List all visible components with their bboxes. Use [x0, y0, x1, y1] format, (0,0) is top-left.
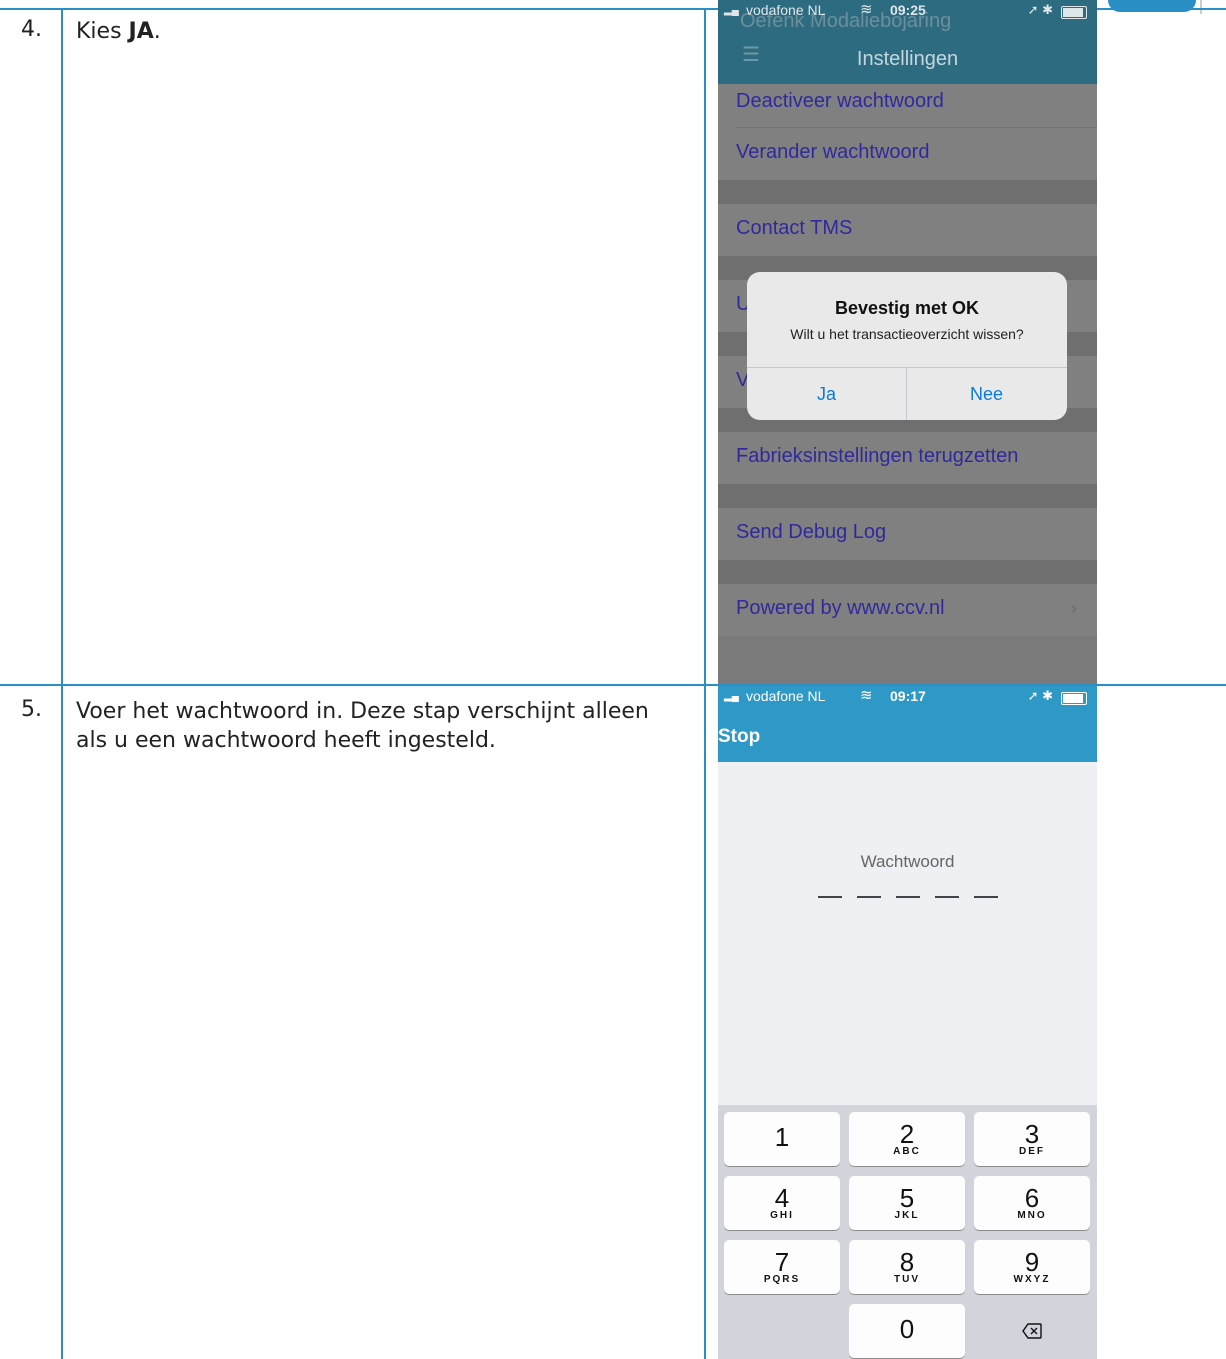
- password-screenshot: ▂▄ vodafone NL ≋ 09:17 ➚ ✱ Stop Wachtwoo…: [718, 686, 1097, 1359]
- wifi-icon: ≋: [860, 687, 873, 704]
- page-corner-tab: [1108, 0, 1196, 12]
- section-gap: [718, 484, 1097, 508]
- backspace-icon: [1022, 1323, 1042, 1339]
- password-input[interactable]: [818, 896, 998, 900]
- wifi-icon: ≋: [860, 1, 873, 18]
- navbar: ▂▄ vodafone NL ≋ 09:17 ➚ ✱ Stop: [718, 686, 1097, 762]
- status-bar: ▂▄ vodafone NL ≋ 09:17 ➚ ✱: [718, 686, 1097, 710]
- key-9[interactable]: 9 WXYZ: [974, 1240, 1090, 1294]
- chevron-right-icon: ›: [1071, 598, 1077, 618]
- list-item[interactable]: Verander wachtwoord: [718, 128, 1097, 180]
- clock: 09:25: [890, 2, 926, 18]
- digit-placeholder: [818, 896, 842, 898]
- delete-key[interactable]: [974, 1304, 1090, 1358]
- section-gap: [718, 180, 1097, 204]
- digit-placeholder: [974, 896, 998, 898]
- list-item[interactable]: Send Debug Log: [718, 508, 1097, 560]
- signal-icon: ▂▄: [724, 691, 739, 702]
- dialog-message: Wilt u het transactieoverzicht wissen?: [790, 326, 1024, 342]
- step-text: Voer het wachtwoord in. Deze stap versch…: [76, 699, 649, 753]
- key-5[interactable]: 5 JKL: [849, 1176, 965, 1230]
- key-7[interactable]: 7 PQRS: [724, 1240, 840, 1294]
- step-number: 4.: [21, 17, 42, 42]
- password-label: Wachtwoord: [860, 852, 955, 871]
- battery-icon: [1061, 6, 1087, 19]
- navbar: Oefenk Modaliebojaring ▂▄ vodafone NL ≋ …: [718, 0, 1097, 84]
- dialog-title: Bevestig met OK: [834, 298, 980, 318]
- location-bluetooth-icons: ➚ ✱: [1027, 2, 1053, 17]
- signal-icon: ▂▄: [724, 5, 739, 16]
- settings-screenshot: Oefenk Modaliebojaring ▂▄ vodafone NL ≋ …: [718, 0, 1097, 684]
- key-2[interactable]: 2 ABC: [849, 1112, 965, 1166]
- digit-placeholder: [935, 896, 959, 898]
- key-8[interactable]: 8 TUV: [849, 1240, 965, 1294]
- table-col-divider-2: [704, 8, 706, 1359]
- list-item[interactable]: Powered by www.ccv.nl ›: [718, 584, 1097, 636]
- page-corner-line: [1200, 0, 1202, 14]
- key-1[interactable]: 1: [724, 1112, 840, 1166]
- list-item[interactable]: Fabrieksinstellingen terugzetten: [718, 432, 1097, 484]
- digit-placeholder: [857, 896, 881, 898]
- step-text: Kies JA.: [76, 19, 161, 44]
- ja-button[interactable]: Ja: [747, 368, 906, 420]
- status-bar: ▂▄ vodafone NL ≋ 09:25 ➚ ✱: [718, 0, 1097, 24]
- clock: 09:17: [890, 688, 926, 704]
- list-item[interactable]: Deactiveer wachtwoord: [718, 84, 1097, 128]
- nee-button[interactable]: Nee: [907, 368, 1066, 420]
- table-col-divider-1: [61, 8, 63, 1359]
- confirm-dialog: Bevestig met OK Wilt u het transactieove…: [747, 272, 1067, 420]
- key-0[interactable]: 0: [849, 1304, 965, 1358]
- page-title: Instellingen: [856, 48, 959, 70]
- location-bluetooth-icons: ➚ ✱: [1027, 688, 1053, 703]
- battery-icon: [1061, 692, 1087, 705]
- key-6[interactable]: 6 MNO: [974, 1176, 1090, 1230]
- section-gap: [718, 560, 1097, 584]
- carrier-label: vodafone NL: [746, 2, 826, 18]
- numeric-keypad: 1 2 ABC 3 DEF 4 GHI 5 JKL 6 MNO 7 PQRS 8 TUV 9W…: [718, 1105, 1097, 1359]
- step-number: 5.: [21, 697, 42, 722]
- stop-button[interactable]: Stop: [718, 726, 760, 748]
- section-gap: [718, 636, 1097, 684]
- empty-key: [724, 1304, 840, 1358]
- key-4[interactable]: 4 GHI: [724, 1176, 840, 1230]
- digit-placeholder: [896, 896, 920, 898]
- list-item[interactable]: Contact TMS: [718, 204, 1097, 256]
- key-3[interactable]: 3 DEF: [974, 1112, 1090, 1166]
- carrier-label: vodafone NL: [746, 688, 826, 704]
